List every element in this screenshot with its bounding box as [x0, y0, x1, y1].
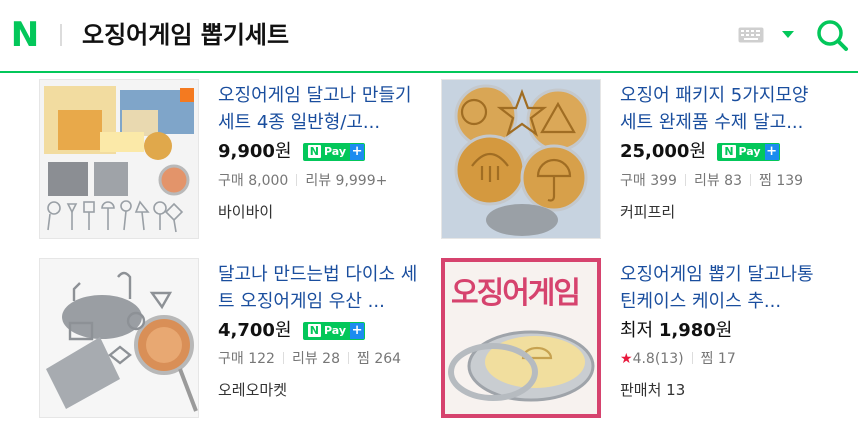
header-divider — [60, 24, 62, 46]
product-title[interactable]: 오징어 패키지 5가지모양 세트 완제품 수제 달고... — [620, 82, 830, 136]
naver-logo[interactable]: N — [9, 18, 41, 52]
price-unit: 원 — [715, 320, 733, 341]
lowest-price-row: 최저 1,980원 — [620, 318, 732, 344]
plus-icon: + — [350, 323, 365, 339]
stat-review-value: 9,999+ — [335, 173, 388, 189]
seller-count[interactable]: 판매처 13 — [620, 379, 685, 401]
price: 25,000 — [620, 141, 690, 162]
rating: 4.8(13) — [632, 351, 684, 367]
stat-review-label: 리뷰 — [305, 173, 332, 189]
seller-name[interactable]: 오레오마켓 — [218, 379, 287, 401]
npay-badge: N Pay + — [302, 143, 366, 161]
lowest-label: 최저 — [620, 320, 654, 341]
product-title[interactable]: 오징어게임 뽑기 달고나통 틴케이스 케이스 추... — [620, 261, 830, 315]
plus-icon: + — [350, 144, 365, 160]
search-icon[interactable] — [815, 18, 849, 52]
price-row: 25,000원 N Pay + — [620, 139, 780, 165]
price-row: 4,700원 N Pay + — [218, 318, 366, 344]
product-stats: 구매 8,000 리뷰 9,999+ — [218, 171, 387, 191]
thumbnail-logo-text: 오징어게임 — [451, 276, 581, 311]
plus-icon: + — [764, 144, 779, 160]
star-icon: ★ — [620, 351, 633, 367]
price-row: 9,900원 N Pay + — [218, 139, 366, 165]
seller-name[interactable]: 커피프리 — [620, 201, 675, 223]
seller-name[interactable]: 바이바이 — [218, 201, 273, 223]
keyboard-icon[interactable] — [738, 27, 764, 43]
product-thumbnail[interactable]: 오징어게임 — [441, 258, 601, 418]
price: 1,980 — [658, 320, 716, 341]
search-query[interactable]: 오징어게임 뽑기세트 — [82, 17, 289, 53]
product-image — [40, 259, 198, 417]
price-unit: 원 — [689, 141, 707, 162]
npay-badge: N Pay + — [717, 143, 780, 161]
product-stats: 구매 122 리뷰 28 찜 264 — [218, 351, 402, 367]
product-title[interactable]: 달고나 만드는법 다이소 세트 오징어게임 우산 ... — [218, 261, 428, 315]
stat-purchase-label: 구매 — [218, 173, 244, 189]
product-image — [40, 80, 198, 238]
caret-down-icon[interactable] — [782, 31, 794, 39]
stat-purchase-value: 8,000 — [248, 173, 289, 189]
product-thumbnail[interactable] — [441, 79, 601, 239]
product-stats: ★4.8(13) 찜 17 — [620, 351, 736, 367]
product-title[interactable]: 오징어게임 달고나 만들기 세트 4종 일반형/고... — [218, 82, 428, 136]
product-stats: 구매 399 리뷰 83 찜 139 — [620, 173, 804, 189]
product-thumbnail[interactable] — [39, 258, 199, 418]
npay-badge: N Pay + — [302, 322, 366, 340]
search-header: N 오징어게임 뽑기세트 — [0, 0, 858, 73]
price: 9,900 — [218, 141, 275, 162]
product-image — [442, 80, 600, 238]
price-unit: 원 — [274, 320, 292, 341]
price-unit: 원 — [274, 141, 292, 162]
product-thumbnail[interactable] — [39, 79, 199, 239]
price: 4,700 — [218, 320, 275, 341]
